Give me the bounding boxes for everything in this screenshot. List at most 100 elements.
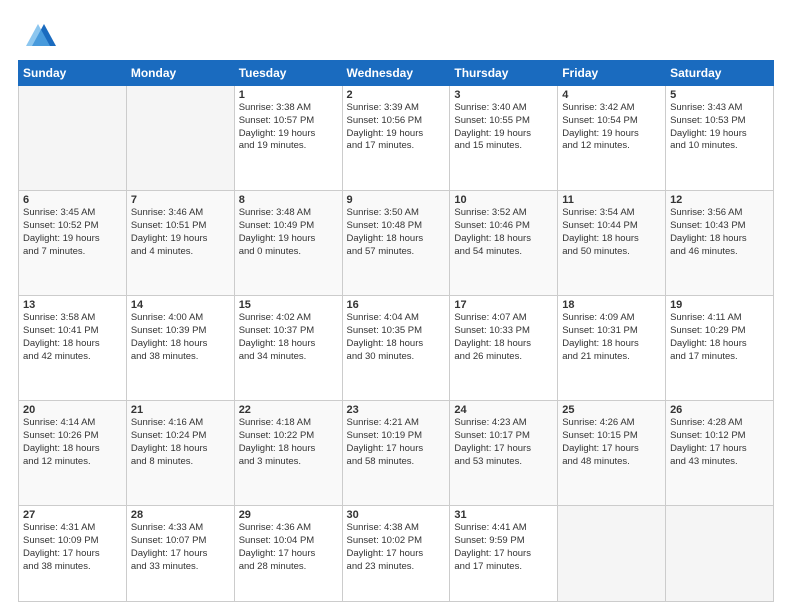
calendar-cell: 15Sunrise: 4:02 AM Sunset: 10:37 PM Dayl… bbox=[234, 296, 342, 401]
calendar-cell: 14Sunrise: 4:00 AM Sunset: 10:39 PM Dayl… bbox=[126, 296, 234, 401]
day-number: 7 bbox=[131, 194, 230, 206]
day-info: Sunrise: 4:09 AM Sunset: 10:31 PM Daylig… bbox=[562, 312, 661, 363]
calendar-cell: 12Sunrise: 3:56 AM Sunset: 10:43 PM Dayl… bbox=[666, 191, 774, 296]
calendar-cell: 20Sunrise: 4:14 AM Sunset: 10:26 PM Dayl… bbox=[19, 401, 127, 506]
day-info: Sunrise: 4:36 AM Sunset: 10:04 PM Daylig… bbox=[239, 522, 338, 573]
day-number: 19 bbox=[670, 299, 769, 311]
calendar-cell: 28Sunrise: 4:33 AM Sunset: 10:07 PM Dayl… bbox=[126, 506, 234, 602]
week-row-1: 1Sunrise: 3:38 AM Sunset: 10:57 PM Dayli… bbox=[19, 86, 774, 191]
calendar-cell: 30Sunrise: 4:38 AM Sunset: 10:02 PM Dayl… bbox=[342, 506, 450, 602]
day-number: 6 bbox=[23, 194, 122, 206]
day-number: 26 bbox=[670, 404, 769, 416]
calendar-cell: 31Sunrise: 4:41 AM Sunset: 9:59 PM Dayli… bbox=[450, 506, 558, 602]
calendar-cell: 29Sunrise: 4:36 AM Sunset: 10:04 PM Dayl… bbox=[234, 506, 342, 602]
day-number: 5 bbox=[670, 89, 769, 101]
day-info: Sunrise: 3:43 AM Sunset: 10:53 PM Daylig… bbox=[670, 102, 769, 153]
logo bbox=[18, 18, 58, 52]
day-info: Sunrise: 4:33 AM Sunset: 10:07 PM Daylig… bbox=[131, 522, 230, 573]
calendar-cell: 27Sunrise: 4:31 AM Sunset: 10:09 PM Dayl… bbox=[19, 506, 127, 602]
day-info: Sunrise: 3:42 AM Sunset: 10:54 PM Daylig… bbox=[562, 102, 661, 153]
calendar-cell: 5Sunrise: 3:43 AM Sunset: 10:53 PM Dayli… bbox=[666, 86, 774, 191]
day-info: Sunrise: 3:48 AM Sunset: 10:49 PM Daylig… bbox=[239, 207, 338, 258]
day-info: Sunrise: 3:56 AM Sunset: 10:43 PM Daylig… bbox=[670, 207, 769, 258]
day-info: Sunrise: 4:00 AM Sunset: 10:39 PM Daylig… bbox=[131, 312, 230, 363]
day-info: Sunrise: 4:02 AM Sunset: 10:37 PM Daylig… bbox=[239, 312, 338, 363]
day-info: Sunrise: 3:52 AM Sunset: 10:46 PM Daylig… bbox=[454, 207, 553, 258]
day-info: Sunrise: 3:39 AM Sunset: 10:56 PM Daylig… bbox=[347, 102, 446, 153]
week-row-2: 6Sunrise: 3:45 AM Sunset: 10:52 PM Dayli… bbox=[19, 191, 774, 296]
weekday-header-tuesday: Tuesday bbox=[234, 61, 342, 86]
calendar-cell: 8Sunrise: 3:48 AM Sunset: 10:49 PM Dayli… bbox=[234, 191, 342, 296]
day-number: 31 bbox=[454, 509, 553, 521]
day-info: Sunrise: 4:14 AM Sunset: 10:26 PM Daylig… bbox=[23, 417, 122, 468]
day-info: Sunrise: 4:23 AM Sunset: 10:17 PM Daylig… bbox=[454, 417, 553, 468]
day-info: Sunrise: 3:40 AM Sunset: 10:55 PM Daylig… bbox=[454, 102, 553, 153]
day-number: 22 bbox=[239, 404, 338, 416]
calendar-cell: 24Sunrise: 4:23 AM Sunset: 10:17 PM Dayl… bbox=[450, 401, 558, 506]
week-row-5: 27Sunrise: 4:31 AM Sunset: 10:09 PM Dayl… bbox=[19, 506, 774, 602]
calendar-cell: 23Sunrise: 4:21 AM Sunset: 10:19 PM Dayl… bbox=[342, 401, 450, 506]
calendar-cell: 11Sunrise: 3:54 AM Sunset: 10:44 PM Dayl… bbox=[558, 191, 666, 296]
calendar-cell: 6Sunrise: 3:45 AM Sunset: 10:52 PM Dayli… bbox=[19, 191, 127, 296]
day-number: 10 bbox=[454, 194, 553, 206]
day-info: Sunrise: 4:31 AM Sunset: 10:09 PM Daylig… bbox=[23, 522, 122, 573]
page: SundayMondayTuesdayWednesdayThursdayFrid… bbox=[0, 0, 792, 612]
day-info: Sunrise: 4:07 AM Sunset: 10:33 PM Daylig… bbox=[454, 312, 553, 363]
day-number: 13 bbox=[23, 299, 122, 311]
header bbox=[18, 18, 774, 52]
calendar-cell: 18Sunrise: 4:09 AM Sunset: 10:31 PM Dayl… bbox=[558, 296, 666, 401]
calendar-cell: 22Sunrise: 4:18 AM Sunset: 10:22 PM Dayl… bbox=[234, 401, 342, 506]
calendar-cell: 21Sunrise: 4:16 AM Sunset: 10:24 PM Dayl… bbox=[126, 401, 234, 506]
day-number: 28 bbox=[131, 509, 230, 521]
day-number: 12 bbox=[670, 194, 769, 206]
day-number: 24 bbox=[454, 404, 553, 416]
calendar-cell: 2Sunrise: 3:39 AM Sunset: 10:56 PM Dayli… bbox=[342, 86, 450, 191]
calendar-cell: 3Sunrise: 3:40 AM Sunset: 10:55 PM Dayli… bbox=[450, 86, 558, 191]
day-number: 16 bbox=[347, 299, 446, 311]
weekday-header-monday: Monday bbox=[126, 61, 234, 86]
calendar-cell: 7Sunrise: 3:46 AM Sunset: 10:51 PM Dayli… bbox=[126, 191, 234, 296]
day-number: 27 bbox=[23, 509, 122, 521]
day-number: 18 bbox=[562, 299, 661, 311]
day-info: Sunrise: 4:41 AM Sunset: 9:59 PM Dayligh… bbox=[454, 522, 553, 573]
day-number: 1 bbox=[239, 89, 338, 101]
week-row-3: 13Sunrise: 3:58 AM Sunset: 10:41 PM Dayl… bbox=[19, 296, 774, 401]
calendar-cell: 19Sunrise: 4:11 AM Sunset: 10:29 PM Dayl… bbox=[666, 296, 774, 401]
calendar-cell: 16Sunrise: 4:04 AM Sunset: 10:35 PM Dayl… bbox=[342, 296, 450, 401]
day-info: Sunrise: 4:38 AM Sunset: 10:02 PM Daylig… bbox=[347, 522, 446, 573]
day-number: 2 bbox=[347, 89, 446, 101]
day-number: 15 bbox=[239, 299, 338, 311]
day-info: Sunrise: 3:54 AM Sunset: 10:44 PM Daylig… bbox=[562, 207, 661, 258]
weekday-header-thursday: Thursday bbox=[450, 61, 558, 86]
calendar-table: SundayMondayTuesdayWednesdayThursdayFrid… bbox=[18, 60, 774, 602]
calendar-cell bbox=[19, 86, 127, 191]
day-info: Sunrise: 4:04 AM Sunset: 10:35 PM Daylig… bbox=[347, 312, 446, 363]
weekday-header-friday: Friday bbox=[558, 61, 666, 86]
calendar-cell bbox=[126, 86, 234, 191]
calendar-cell bbox=[666, 506, 774, 602]
weekday-header-sunday: Sunday bbox=[19, 61, 127, 86]
calendar-cell: 13Sunrise: 3:58 AM Sunset: 10:41 PM Dayl… bbox=[19, 296, 127, 401]
day-number: 9 bbox=[347, 194, 446, 206]
day-info: Sunrise: 4:18 AM Sunset: 10:22 PM Daylig… bbox=[239, 417, 338, 468]
day-number: 11 bbox=[562, 194, 661, 206]
day-number: 30 bbox=[347, 509, 446, 521]
day-number: 17 bbox=[454, 299, 553, 311]
day-number: 3 bbox=[454, 89, 553, 101]
calendar-cell bbox=[558, 506, 666, 602]
weekday-header-row: SundayMondayTuesdayWednesdayThursdayFrid… bbox=[19, 61, 774, 86]
day-number: 4 bbox=[562, 89, 661, 101]
day-info: Sunrise: 4:11 AM Sunset: 10:29 PM Daylig… bbox=[670, 312, 769, 363]
day-info: Sunrise: 3:45 AM Sunset: 10:52 PM Daylig… bbox=[23, 207, 122, 258]
day-info: Sunrise: 4:28 AM Sunset: 10:12 PM Daylig… bbox=[670, 417, 769, 468]
day-number: 29 bbox=[239, 509, 338, 521]
calendar-cell: 4Sunrise: 3:42 AM Sunset: 10:54 PM Dayli… bbox=[558, 86, 666, 191]
calendar-cell: 10Sunrise: 3:52 AM Sunset: 10:46 PM Dayl… bbox=[450, 191, 558, 296]
day-number: 14 bbox=[131, 299, 230, 311]
day-info: Sunrise: 3:38 AM Sunset: 10:57 PM Daylig… bbox=[239, 102, 338, 153]
day-number: 23 bbox=[347, 404, 446, 416]
day-info: Sunrise: 4:26 AM Sunset: 10:15 PM Daylig… bbox=[562, 417, 661, 468]
calendar-cell: 25Sunrise: 4:26 AM Sunset: 10:15 PM Dayl… bbox=[558, 401, 666, 506]
calendar-cell: 17Sunrise: 4:07 AM Sunset: 10:33 PM Dayl… bbox=[450, 296, 558, 401]
calendar-cell: 1Sunrise: 3:38 AM Sunset: 10:57 PM Dayli… bbox=[234, 86, 342, 191]
